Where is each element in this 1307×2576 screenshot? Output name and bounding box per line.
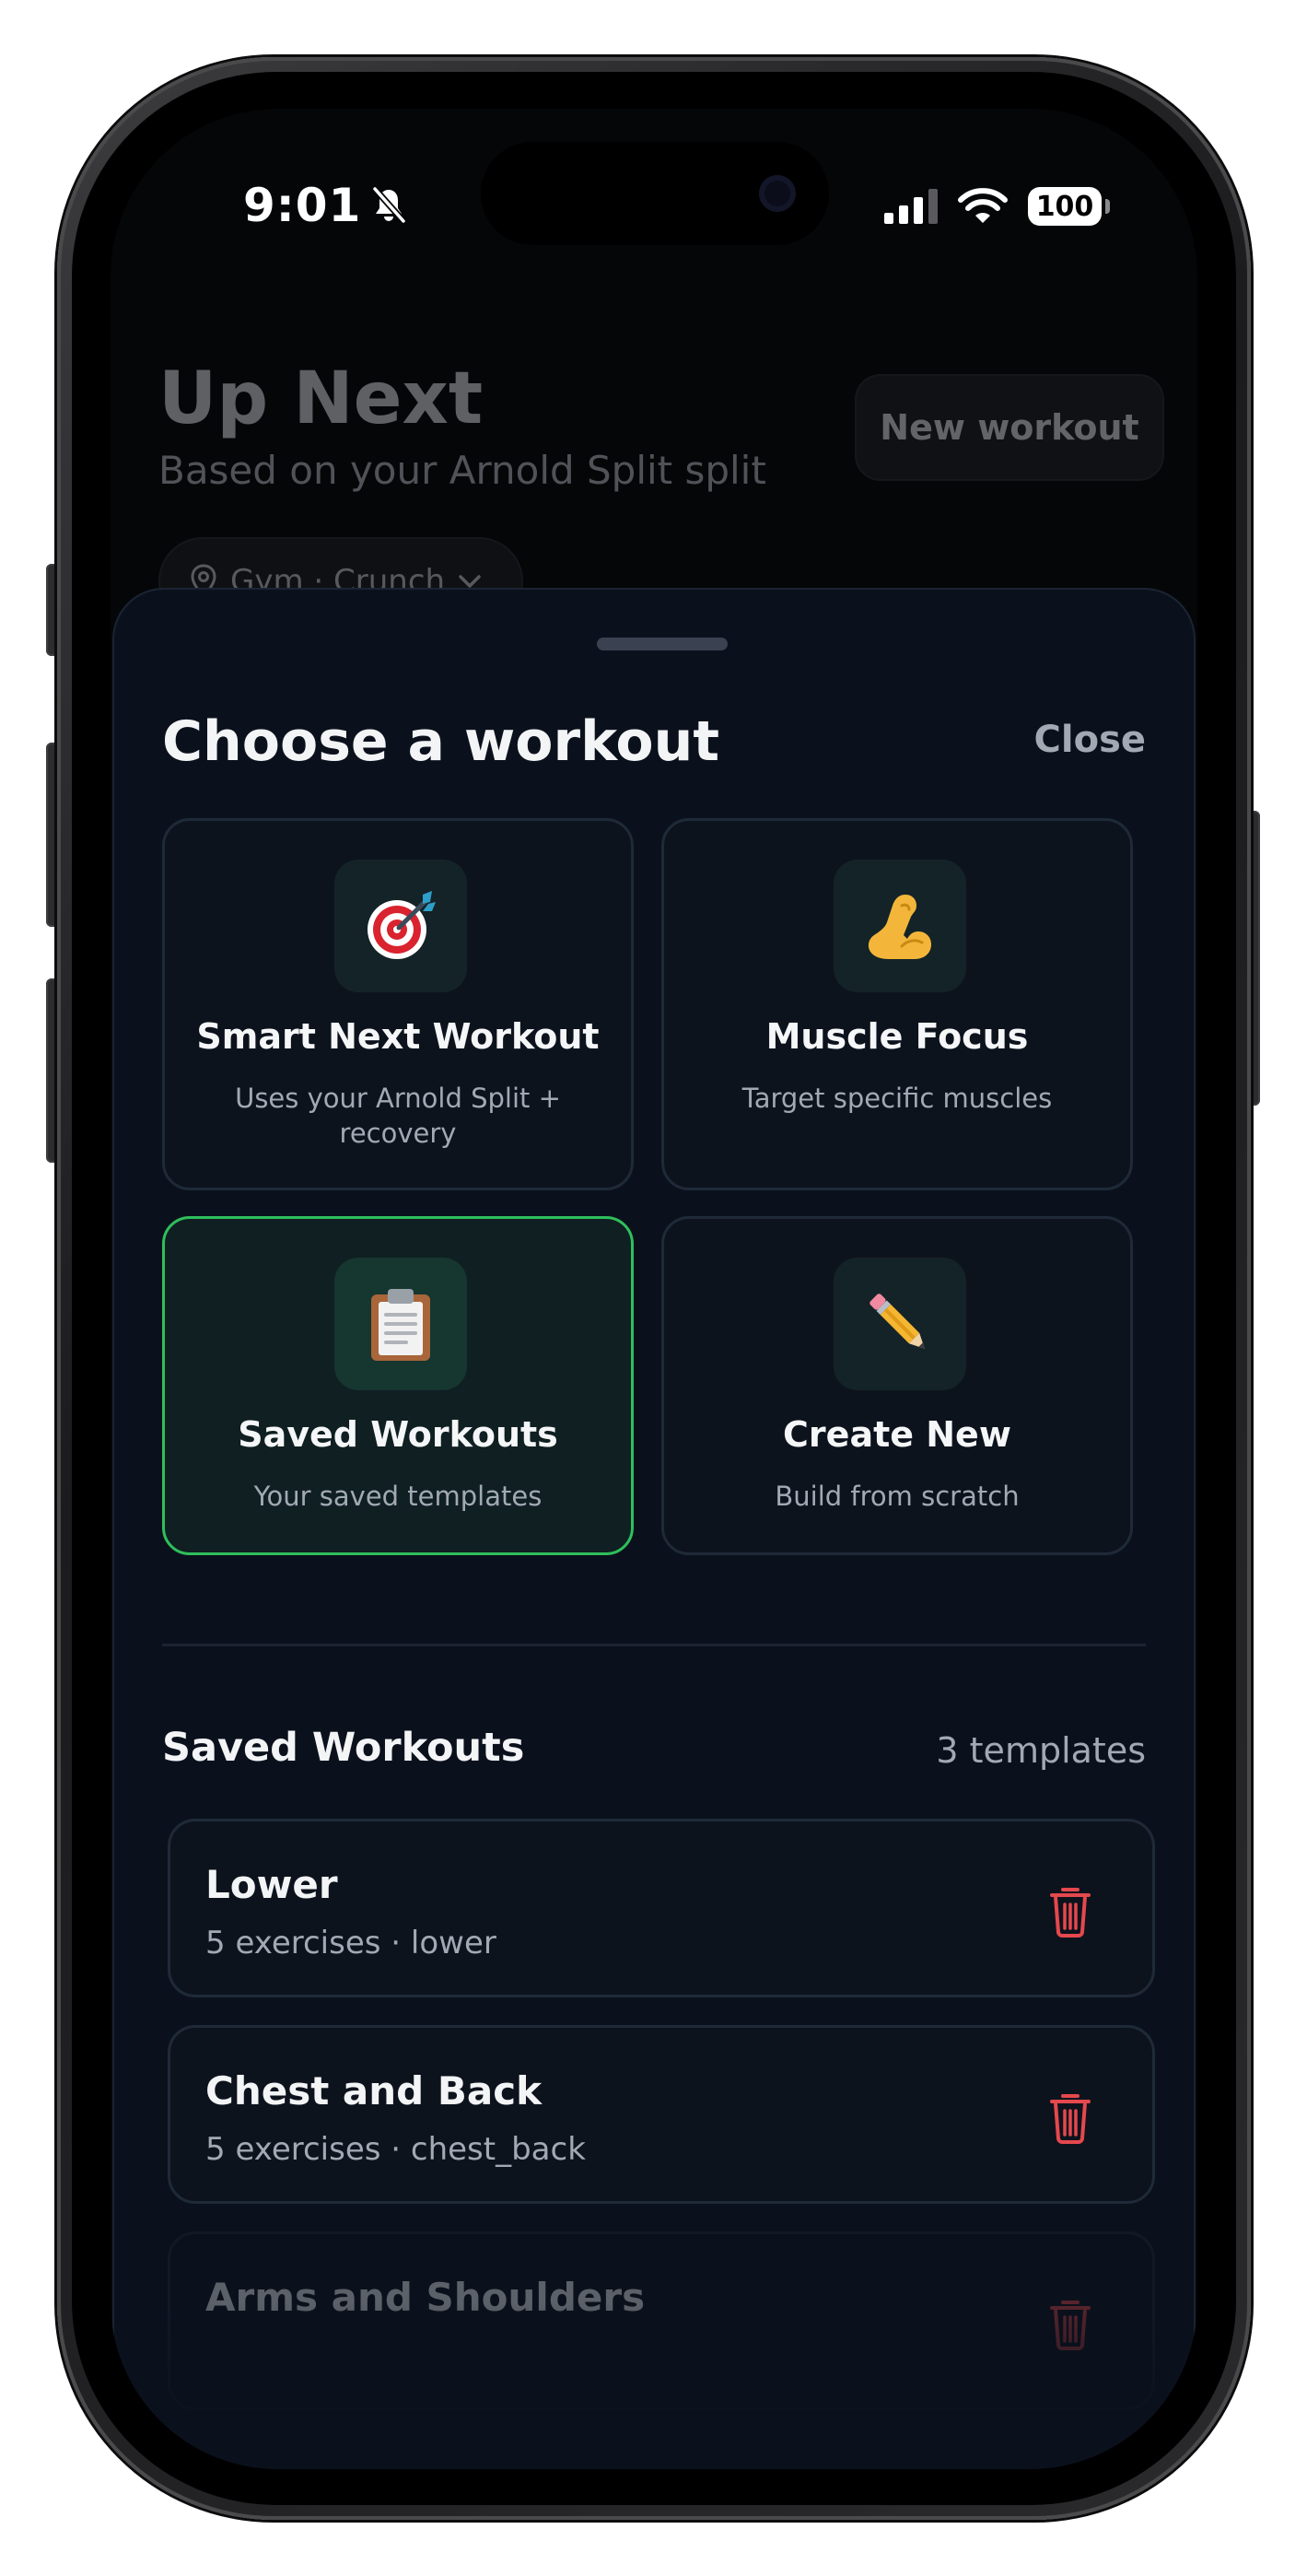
- clipboard-icon: [334, 1258, 467, 1390]
- template-row[interactable]: Chest and Back 5 exercises · chest_back: [168, 2025, 1155, 2204]
- templates-count: 3 templates: [936, 1730, 1146, 1771]
- option-title: Smart Next Workout: [196, 1016, 600, 1057]
- template-meta: 5 exercises · chest_back: [205, 2131, 586, 2168]
- option-description: Uses your Arnold Split + recovery: [235, 1083, 561, 1149]
- template-row[interactable]: Lower 5 exercises · lower: [168, 1819, 1155, 1997]
- device-mockup: Up Next Based on your Arnold Split split…: [0, 0, 1307, 2576]
- option-card-saved-workouts[interactable]: Saved Workouts Your saved templates: [162, 1216, 634, 1555]
- close-button[interactable]: Close: [1034, 719, 1146, 761]
- target-icon: [334, 860, 467, 992]
- chevron-down-icon: [459, 575, 481, 588]
- cellular-signal-icon: [884, 189, 938, 224]
- page-title: Up Next: [158, 357, 484, 440]
- battery-icon: 100: [1028, 187, 1110, 226]
- sheet-title: Choose a workout: [162, 709, 720, 774]
- option-description: Target specific muscles: [741, 1083, 1053, 1114]
- camera-icon: [759, 175, 796, 212]
- screen: Up Next Based on your Arnold Split split…: [111, 109, 1197, 2469]
- option-card-muscle-focus[interactable]: Muscle Focus Target specific muscles: [661, 818, 1133, 1190]
- template-name: Chest and Back: [205, 2068, 543, 2113]
- trash-icon[interactable]: [1049, 2090, 1091, 2144]
- saved-section-title: Saved Workouts: [162, 1725, 525, 1771]
- option-card-create-new[interactable]: Create New Build from scratch: [661, 1216, 1133, 1555]
- template-name: Lower: [205, 1862, 338, 1907]
- section-divider: [162, 1644, 1146, 1646]
- trash-icon[interactable]: [1049, 1884, 1091, 1938]
- status-time: 9:01: [243, 173, 407, 238]
- wifi-icon: [958, 188, 1008, 223]
- scroll-fade-overlay: [114, 2303, 1194, 2469]
- status-indicators: 100: [884, 179, 1110, 234]
- template-meta: 5 exercises · lower: [205, 1925, 496, 1961]
- page-subtitle: Based on your Arnold Split split: [158, 448, 766, 493]
- option-description: Your saved templates: [253, 1481, 543, 1512]
- flexed-biceps-icon: [834, 860, 966, 992]
- option-title: Create New: [783, 1414, 1011, 1455]
- pencil-icon: [834, 1258, 966, 1390]
- option-description: Build from scratch: [775, 1481, 1020, 1512]
- option-title: Muscle Focus: [765, 1016, 1029, 1057]
- choose-workout-sheet: Choose a workout Close Smart Next Workou…: [112, 588, 1196, 2469]
- dynamic-island: [481, 142, 829, 245]
- sheet-drag-handle[interactable]: [597, 638, 728, 650]
- option-card-smart-next[interactable]: Smart Next Workout Uses your Arnold Spli…: [162, 818, 634, 1190]
- bell-slash-icon: [372, 186, 406, 224]
- new-workout-button[interactable]: New workout: [855, 374, 1164, 481]
- option-title: Saved Workouts: [238, 1414, 558, 1455]
